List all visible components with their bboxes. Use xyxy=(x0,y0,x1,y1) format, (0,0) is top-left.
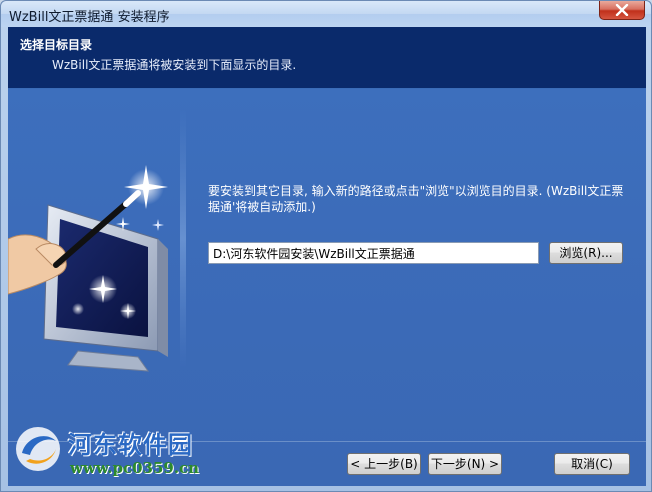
watermark-site-url: www.pc0359.cn xyxy=(70,459,200,477)
watermark-site-name: 河东软件园 xyxy=(68,430,193,459)
magic-wand-monitor-illustration xyxy=(8,109,186,372)
wizard-client-area: 选择目标目录 WzBill文正票据通将被安装到下面显示的目录. 要安装到其它目录… xyxy=(8,27,646,486)
wizard-header: 选择目标目录 WzBill文正票据通将被安装到下面显示的目录. xyxy=(8,27,646,88)
installer-window: WzBill文正票据通 安装程序 选择目标目录 WzBill文正票据通将被安装到… xyxy=(0,0,652,492)
site-logo-icon xyxy=(16,427,60,471)
close-icon xyxy=(615,4,629,16)
page-subtitle: WzBill文正票据通将被安装到下面显示的目录. xyxy=(52,58,297,72)
page-title: 选择目标目录 xyxy=(20,38,93,52)
window-title: WzBill文正票据通 安装程序 xyxy=(9,10,170,25)
cancel-button[interactable]: 取消(C) xyxy=(554,453,630,475)
close-button[interactable] xyxy=(599,1,645,20)
back-button[interactable]: < 上一步(B) xyxy=(347,453,421,475)
install-path-input[interactable] xyxy=(208,242,539,264)
browse-button[interactable]: 浏览(R)... xyxy=(549,242,623,264)
next-button[interactable]: 下一步(N) > xyxy=(428,453,502,475)
instruction-text: 要安装到其它目录, 输入新的路径或点击"浏览"以浏览目的目录. (WzBill文… xyxy=(208,184,624,214)
title-bar[interactable]: WzBill文正票据通 安装程序 xyxy=(1,1,651,27)
